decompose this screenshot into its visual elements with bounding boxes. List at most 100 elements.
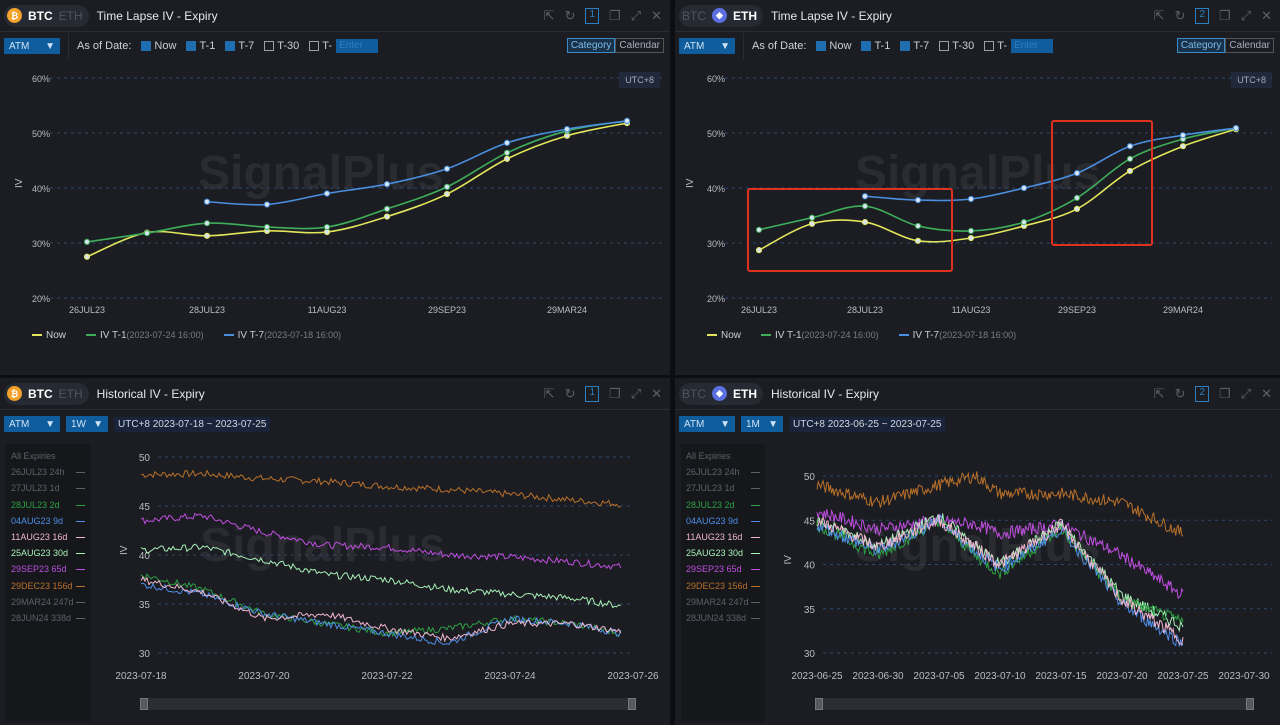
series-line-29dec23	[816, 471, 1184, 537]
y-tick-label: 35	[139, 600, 151, 611]
data-point[interactable]	[443, 183, 451, 190]
y-tick-label: 45	[139, 502, 151, 513]
data-point[interactable]	[967, 227, 975, 234]
data-point[interactable]	[203, 198, 211, 205]
x-tick-label: 2023-07-10	[974, 671, 1026, 682]
data-point[interactable]	[503, 155, 511, 162]
x-tick-label: 26JUL23	[741, 305, 777, 315]
y-tick-label: 40%	[707, 184, 725, 194]
legend-swatch	[223, 334, 234, 337]
x-tick-label: 29SEP23	[1058, 305, 1096, 315]
x-tick-label: 2023-07-24	[484, 671, 536, 682]
legend-detail: (2023-07-24 16:00)	[126, 330, 204, 340]
chart-legend: Now IV T-1(2023-07-24 16:00) IV T-7(2023-0…	[707, 330, 1016, 341]
data-point[interactable]	[323, 223, 331, 231]
data-point[interactable]	[563, 126, 571, 133]
legend-label: Now	[46, 330, 67, 341]
y-tick-label: 50%	[707, 129, 725, 139]
data-point[interactable]	[83, 253, 91, 260]
y-tick-label: 20%	[32, 294, 50, 304]
data-point[interactable]	[383, 181, 391, 188]
series-line-11aug23	[816, 514, 1184, 646]
data-point[interactable]	[1179, 132, 1187, 139]
x-tick-label: 2023-07-05	[913, 671, 965, 682]
x-tick-label: 2023-06-25	[791, 671, 843, 682]
data-point[interactable]	[383, 205, 391, 212]
data-point[interactable]	[203, 232, 211, 239]
chart-svg: 20% 30% 40% 50% 60% IV 26JUL23 28JUL23 11AUG23 29…	[14, 74, 662, 315]
legend-detail: (2023-07-18 16:00)	[264, 330, 342, 340]
data-point[interactable]	[623, 117, 631, 125]
x-tick-label: 2023-07-18	[115, 671, 167, 682]
x-tick-label: 2023-07-30	[1218, 671, 1270, 682]
chart-svg: 3035404550IV2023-07-18 2023-07-20 2023-07-…	[115, 453, 659, 682]
x-tick-label: 29SEP23	[428, 305, 466, 315]
highlight-box	[747, 188, 953, 272]
data-point[interactable]	[263, 223, 271, 231]
data-point[interactable]	[967, 195, 975, 203]
data-point[interactable]	[323, 228, 331, 236]
data-point[interactable]	[563, 132, 571, 139]
legend-item[interactable]: IV T-7(2023-07-18 16:00)	[898, 330, 1016, 341]
y-tick-label: 20%	[707, 294, 725, 304]
y-tick-label: 60%	[707, 74, 725, 84]
y-tick-label: 50	[804, 472, 816, 483]
x-tick-label: 28JUL23	[847, 305, 883, 315]
y-tick-label: 40	[804, 561, 816, 572]
legend-item[interactable]: Now	[32, 330, 66, 341]
eth-time-lapse-panel: BTC ◆ ETH Time Lapse IV - Expiry ⇱ ↻ 2 ❐ ⤢…	[675, 0, 1280, 375]
legend-swatch	[707, 334, 717, 337]
chart-legend: Now IV T-1(2023-07-24 16:00) IV T-7(2023-0…	[32, 330, 341, 341]
data-point[interactable]	[263, 201, 271, 208]
y-tick-label: 50%	[32, 129, 50, 139]
x-tick-label: 2023-07-22	[361, 671, 413, 682]
x-tick-label: 11AUG23	[952, 305, 991, 315]
y-tick-label: 35	[804, 605, 816, 616]
data-point[interactable]	[83, 238, 91, 245]
data-point[interactable]	[443, 165, 451, 172]
data-point[interactable]	[1179, 143, 1187, 150]
x-tick-label: 2023-07-20	[1096, 671, 1148, 682]
y-tick-label: 45	[804, 516, 816, 527]
series-line-04aug23	[140, 582, 622, 646]
y-tick-label: 30	[139, 649, 151, 660]
series-line-now	[86, 122, 628, 258]
series-line-25aug23	[140, 543, 621, 609]
x-tick-label: 29MAR24	[547, 305, 587, 315]
x-tick-label: 2023-07-25	[1157, 671, 1209, 682]
data-point[interactable]	[1020, 219, 1028, 226]
legend-item[interactable]: IV T-7(2023-07-18 16:00)	[223, 330, 342, 341]
data-point[interactable]	[503, 149, 511, 156]
data-point[interactable]	[323, 190, 331, 197]
legend-detail: (2023-07-24 16:00)	[801, 330, 879, 340]
data-point[interactable]	[1232, 124, 1240, 132]
x-tick-label: 28JUL23	[189, 305, 225, 315]
data-point[interactable]	[443, 190, 451, 198]
data-point[interactable]	[143, 230, 151, 237]
x-tick-label: 2023-07-26	[607, 671, 659, 682]
y-axis-label: IV	[783, 555, 794, 565]
legend-label: IV T-1	[100, 330, 127, 341]
highlight-box	[1051, 120, 1153, 246]
chart-svg: 30 35 40 45 50 IV 2023-06-25 2023-06-30 2023-07-…	[783, 471, 1272, 682]
data-point[interactable]	[967, 234, 975, 242]
legend-swatch	[898, 334, 909, 337]
x-tick-label: 26JUL23	[69, 305, 105, 315]
series-line-29dec23	[140, 469, 621, 508]
y-axis-label: IV	[685, 178, 696, 188]
legend-swatch	[32, 334, 42, 337]
data-point[interactable]	[383, 213, 391, 220]
legend-label: Now	[721, 330, 742, 341]
y-tick-label: 60%	[32, 74, 50, 84]
data-point[interactable]	[203, 220, 211, 227]
y-tick-label: 50	[139, 453, 151, 464]
data-point[interactable]	[503, 139, 511, 146]
legend-item[interactable]: IV T-1(2023-07-24 16:00)	[86, 330, 204, 341]
legend-item[interactable]: IV T-1(2023-07-24 16:00)	[761, 330, 879, 341]
x-tick-label: 2023-07-15	[1035, 671, 1087, 682]
series-line-25aug23	[816, 513, 1184, 633]
legend-item[interactable]: Now	[707, 330, 741, 341]
data-point[interactable]	[1020, 184, 1028, 192]
legend-label: IV T-7	[237, 330, 265, 341]
y-tick-label: 30	[804, 649, 816, 660]
